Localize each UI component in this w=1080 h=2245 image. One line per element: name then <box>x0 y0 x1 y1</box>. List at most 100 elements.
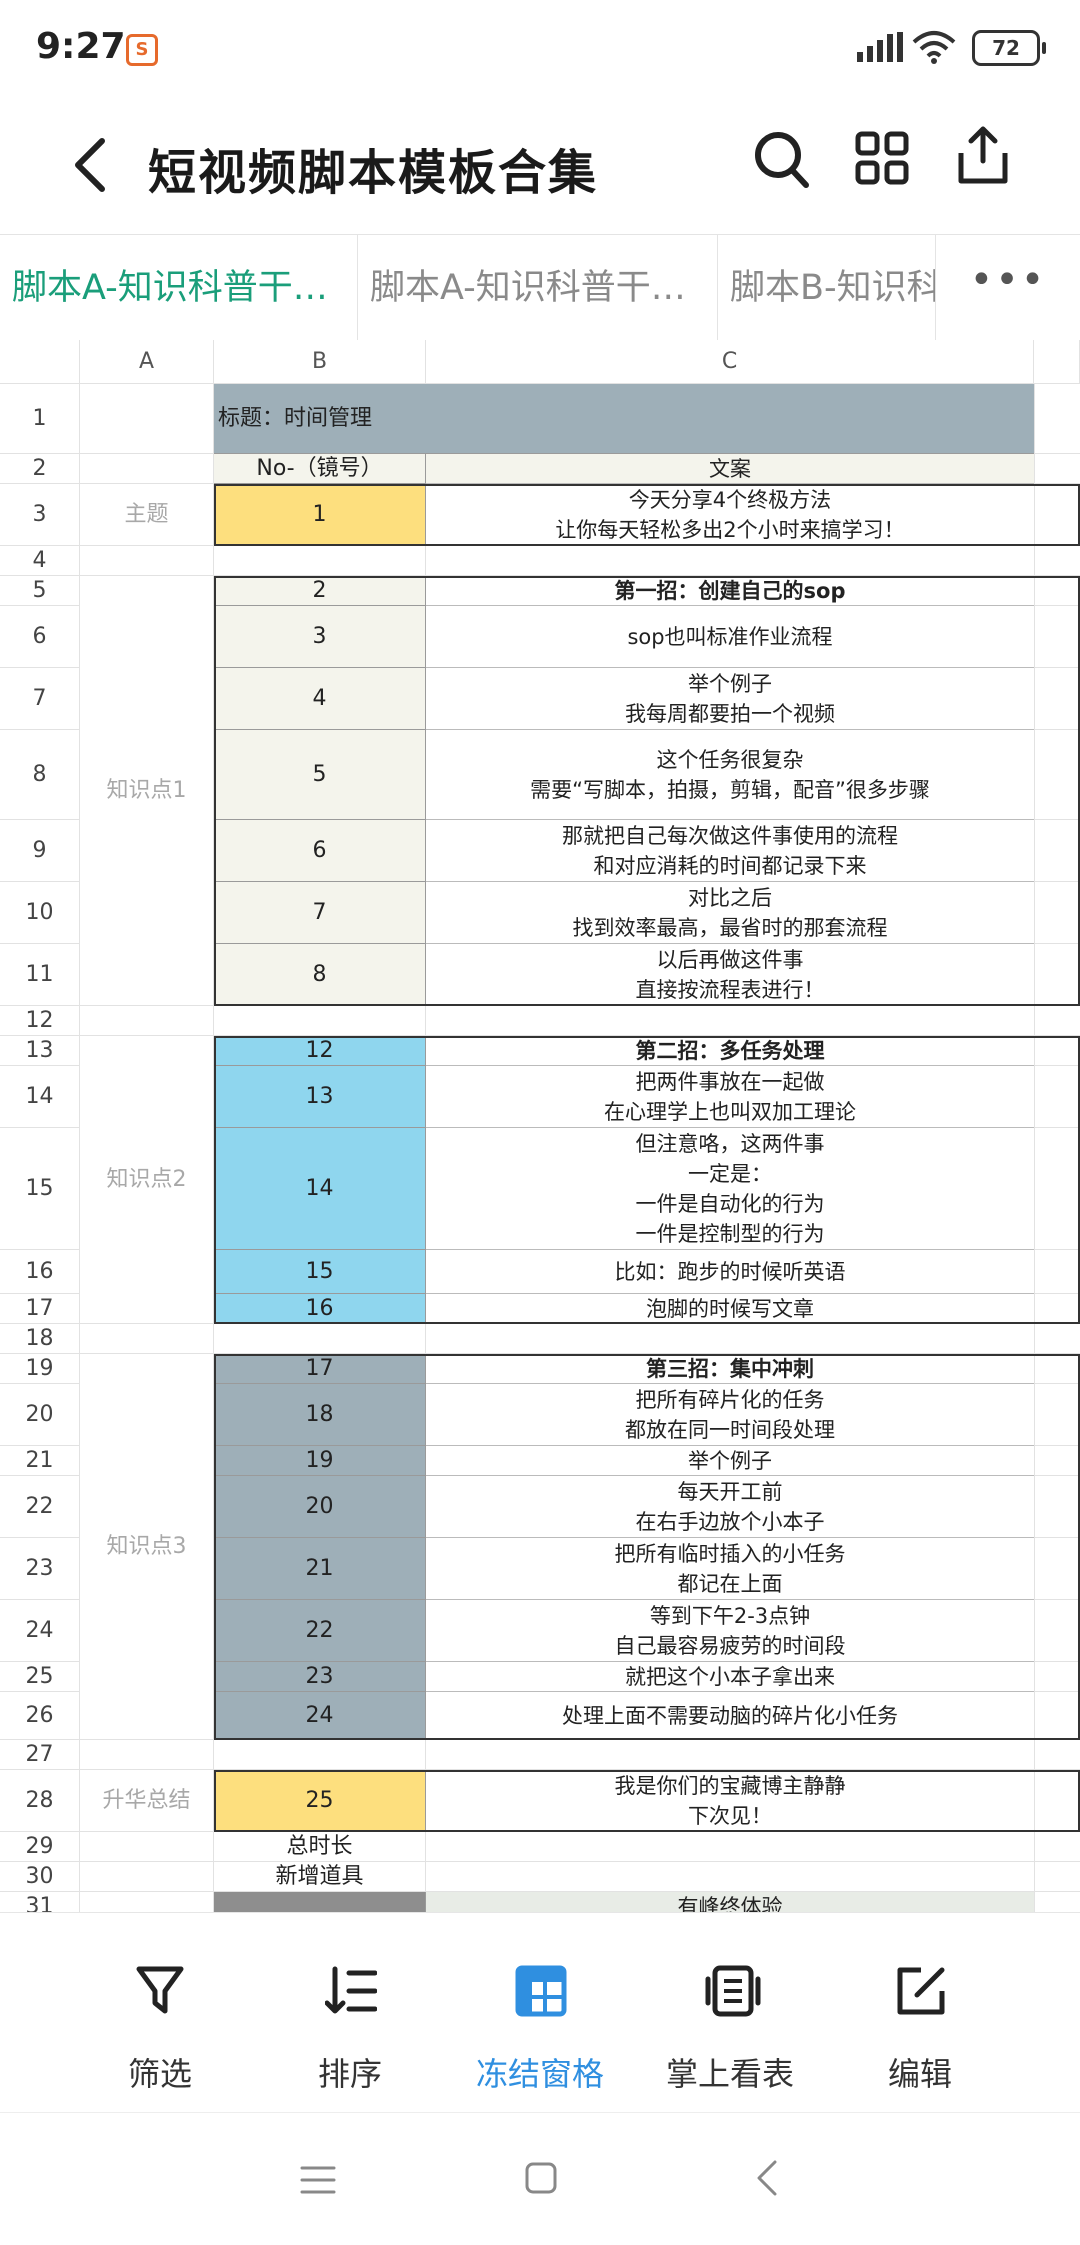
tab-sheet-3[interactable]: 脚本B-知识科 <box>718 235 936 341</box>
cell-d[interactable] <box>1034 1600 1080 1662</box>
cell-d[interactable] <box>1034 1324 1080 1354</box>
cell-d[interactable] <box>1034 1384 1080 1446</box>
script-text-cell[interactable]: 处理上面不需要动脑的碎片化小任务 <box>426 1692 1034 1740</box>
script-text-cell[interactable]: 举个例子 我每周都要拍一个视频 <box>426 668 1034 730</box>
section-label[interactable]: 知识点1 <box>80 576 214 1006</box>
shot-number-cell[interactable]: 6 <box>214 820 426 882</box>
row-header[interactable]: 24 <box>0 1600 80 1662</box>
search-icon[interactable] <box>752 129 812 193</box>
empty-cell[interactable] <box>214 546 426 576</box>
extra-label-cell[interactable]: 新增道具 <box>214 1862 426 1892</box>
row-header[interactable]: 29 <box>0 1832 80 1862</box>
cell-d[interactable] <box>1034 576 1080 606</box>
shot-number-cell[interactable]: 13 <box>214 1066 426 1128</box>
script-text-cell[interactable]: 把所有临时插入的小任务 都记在上面 <box>426 1538 1034 1600</box>
shot-number-cell[interactable]: 12 <box>214 1036 426 1066</box>
cell-d[interactable] <box>1034 1662 1080 1692</box>
share-icon[interactable] <box>955 125 1011 187</box>
shot-number-cell[interactable]: 25 <box>214 1770 426 1832</box>
row-header[interactable]: 15 <box>0 1128 80 1250</box>
column-header-d[interactable] <box>1034 340 1080 384</box>
shot-number-cell[interactable]: 18 <box>214 1384 426 1446</box>
shot-number-cell[interactable]: 22 <box>214 1600 426 1662</box>
row-header[interactable]: 11 <box>0 944 80 1006</box>
empty-cell[interactable] <box>426 1324 1034 1354</box>
row-header[interactable]: 7 <box>0 668 80 730</box>
cell-a[interactable] <box>80 454 214 484</box>
script-text-cell[interactable]: 对比之后 找到效率最高，最省时的那套流程 <box>426 882 1034 944</box>
empty-cell[interactable] <box>426 546 1034 576</box>
shot-number-cell[interactable]: 15 <box>214 1250 426 1294</box>
row-header[interactable]: 9 <box>0 820 80 882</box>
shot-number-cell[interactable]: 23 <box>214 1662 426 1692</box>
cell-d[interactable] <box>1034 1066 1080 1128</box>
script-text-cell[interactable]: 泡脚的时候写文章 <box>426 1294 1034 1324</box>
row-header[interactable]: 6 <box>0 606 80 668</box>
sort-button[interactable]: 排序 <box>255 1913 445 2113</box>
row-header[interactable]: 18 <box>0 1324 80 1354</box>
row-header[interactable]: 23 <box>0 1538 80 1600</box>
cell-d[interactable] <box>1034 820 1080 882</box>
shot-number-cell[interactable]: 14 <box>214 1128 426 1250</box>
row-header[interactable]: 13 <box>0 1036 80 1066</box>
sheet-title-cell[interactable]: 标题：时间管理 <box>214 384 1034 454</box>
menu-icon[interactable] <box>300 2165 336 2195</box>
script-text-cell[interactable]: 这个任务很复杂 需要“写脚本，拍摄，剪辑，配音”很多步骤 <box>426 730 1034 820</box>
cell-d[interactable] <box>1034 1446 1080 1476</box>
cell-d[interactable] <box>1034 1294 1080 1324</box>
cell-d[interactable] <box>1034 1892 1080 1912</box>
row-header[interactable]: 5 <box>0 576 80 606</box>
cell-a[interactable] <box>80 1324 214 1354</box>
row-header[interactable]: 16 <box>0 1250 80 1294</box>
script-text-cell[interactable]: sop也叫标准作业流程 <box>426 606 1034 668</box>
cell-d[interactable] <box>1034 1692 1080 1740</box>
freeze-panes-button[interactable]: 冻结窗格 <box>445 1913 635 2113</box>
cell-d[interactable] <box>1034 384 1080 454</box>
row-header[interactable]: 14 <box>0 1066 80 1128</box>
filter-button[interactable]: 筛选 <box>65 1913 255 2113</box>
shot-number-cell[interactable]: 3 <box>214 606 426 668</box>
cell-a[interactable] <box>80 1892 214 1912</box>
row-header[interactable]: 21 <box>0 1446 80 1476</box>
back-arrow-icon[interactable] <box>66 135 116 195</box>
script-text-cell[interactable]: 就把这个小本子拿出来 <box>426 1662 1034 1692</box>
script-text-cell[interactable]: 有峰终体验 <box>426 1892 1034 1912</box>
cell-d[interactable] <box>1034 730 1080 820</box>
column-header-c[interactable]: C <box>426 340 1034 384</box>
script-text-cell[interactable]: 那就把自己每次做这件事使用的流程 和对应消耗的时间都记录下来 <box>426 820 1034 882</box>
cell-a[interactable] <box>80 384 214 454</box>
row-header[interactable]: 10 <box>0 882 80 944</box>
column-header-b[interactable]: B <box>214 340 426 384</box>
cell-a[interactable] <box>80 546 214 576</box>
shot-number-cell[interactable]: 5 <box>214 730 426 820</box>
shot-number-cell[interactable]: 20 <box>214 1476 426 1538</box>
cell-d[interactable] <box>1034 882 1080 944</box>
cell-d[interactable] <box>1034 546 1080 576</box>
row-header[interactable]: 19 <box>0 1354 80 1384</box>
cell-a[interactable] <box>80 1832 214 1862</box>
row-header[interactable]: 4 <box>0 546 80 576</box>
shot-number-cell[interactable]: 17 <box>214 1354 426 1384</box>
cell-d[interactable] <box>1034 1354 1080 1384</box>
row-header[interactable]: 20 <box>0 1384 80 1446</box>
cell-d[interactable] <box>1034 668 1080 730</box>
script-text-cell[interactable]: 今天分享4个终极方法 让你每天轻松多出2个小时来搞学习！ <box>426 484 1034 546</box>
row-header[interactable]: 2 <box>0 454 80 484</box>
cell-d[interactable] <box>1034 1006 1080 1036</box>
script-text-cell[interactable]: 以后再做这件事 直接按流程表进行！ <box>426 944 1034 1006</box>
section-label[interactable]: 知识点2 <box>80 1036 214 1324</box>
shot-number-cell[interactable] <box>214 1892 426 1912</box>
mobile-view-button[interactable]: 掌上看表 <box>635 1913 825 2113</box>
row-header[interactable]: 26 <box>0 1692 80 1740</box>
script-text-cell[interactable]: 把所有碎片化的任务 都放在同一时间段处理 <box>426 1384 1034 1446</box>
section-label[interactable]: 升华总结 <box>80 1770 214 1832</box>
row-header[interactable]: 17 <box>0 1294 80 1324</box>
row-header[interactable]: 27 <box>0 1740 80 1770</box>
cell-d[interactable] <box>1034 454 1080 484</box>
script-text-cell[interactable]: 举个例子 <box>426 1446 1034 1476</box>
empty-cell[interactable] <box>426 1740 1034 1770</box>
script-text-cell[interactable]: 比如：跑步的时候听英语 <box>426 1250 1034 1294</box>
row-header[interactable]: 12 <box>0 1006 80 1036</box>
shot-number-cell[interactable]: 24 <box>214 1692 426 1740</box>
row-header[interactable]: 30 <box>0 1862 80 1892</box>
